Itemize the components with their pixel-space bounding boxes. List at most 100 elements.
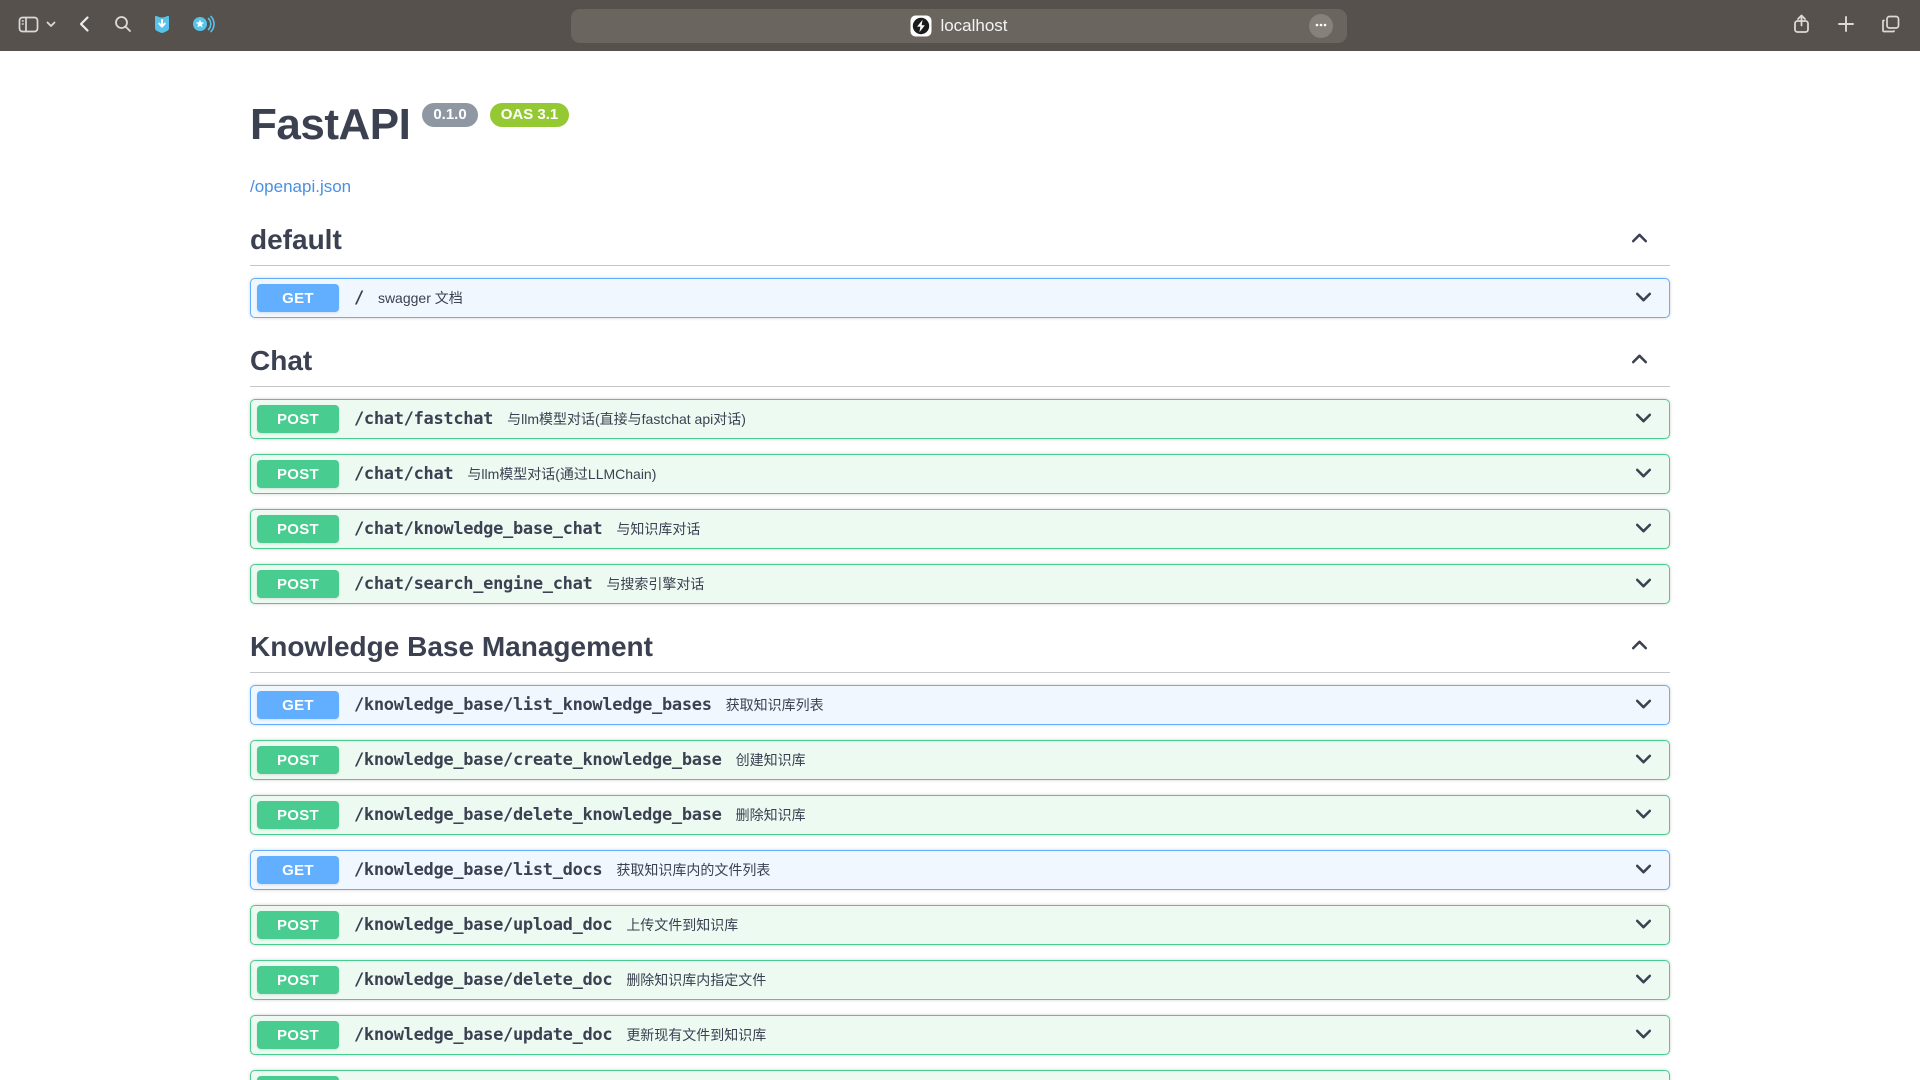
share-button[interactable] bbox=[1791, 13, 1812, 38]
collapse-section-button[interactable] bbox=[1629, 635, 1650, 659]
method-badge: POST bbox=[257, 966, 339, 994]
api-section: Knowledge Base Management GET/knowledge_b… bbox=[250, 631, 1670, 1080]
endpoint-row[interactable]: POST/chat/fastchat与llm模型对话(直接与fastchat a… bbox=[250, 399, 1670, 439]
endpoint-description: 与知识库对话 bbox=[616, 519, 700, 539]
chevron-down-icon bbox=[1633, 968, 1654, 992]
chevron-up-icon bbox=[1629, 349, 1650, 373]
new-tab-button[interactable] bbox=[1836, 14, 1856, 37]
expand-endpoint-button[interactable] bbox=[1633, 462, 1654, 486]
section-title: default bbox=[250, 224, 342, 256]
expand-endpoint-button[interactable] bbox=[1633, 693, 1654, 717]
endpoint-row[interactable]: POST/knowledge_base/recreate_vector_stor… bbox=[250, 1070, 1670, 1080]
search-button[interactable] bbox=[113, 14, 133, 37]
api-sections: default GET / swagger 文档 Chat POST/chat/fastc… bbox=[250, 224, 1670, 1080]
endpoint-description: 与搜索引擎对话 bbox=[606, 574, 704, 594]
site-favicon-fastapi-icon bbox=[910, 15, 932, 37]
sidebar-toggle-icon bbox=[18, 14, 39, 38]
chevron-down-icon bbox=[1633, 803, 1654, 827]
method-badge: POST bbox=[257, 911, 339, 939]
endpoint-path: /knowledge_base/delete_doc bbox=[354, 970, 612, 990]
endpoint-description: 与llm模型对话(直接与fastchat api对话) bbox=[507, 409, 746, 429]
method-badge: GET bbox=[257, 284, 339, 312]
extension-shield-button[interactable] bbox=[151, 13, 173, 38]
expand-endpoint-button[interactable] bbox=[1633, 286, 1654, 310]
back-button[interactable] bbox=[75, 14, 95, 37]
extension-rings-button[interactable] bbox=[191, 13, 215, 38]
chevron-down-icon bbox=[1633, 462, 1654, 486]
chevron-down-icon bbox=[1633, 913, 1654, 937]
chevron-down-icon bbox=[1633, 407, 1654, 431]
endpoint-row[interactable]: GET/knowledge_base/list_docs获取知识库内的文件列表 bbox=[250, 850, 1670, 890]
section-title: Knowledge Base Management bbox=[250, 631, 653, 663]
endpoint-row[interactable]: POST/chat/knowledge_base_chat与知识库对话 bbox=[250, 509, 1670, 549]
endpoint-path: /chat/chat bbox=[354, 464, 453, 484]
chevron-up-icon bbox=[1629, 228, 1650, 252]
expand-endpoint-button[interactable] bbox=[1633, 913, 1654, 937]
endpoint-row[interactable]: POST/knowledge_base/update_doc更新现有文件到知识库 bbox=[250, 1015, 1670, 1055]
chevron-down-icon bbox=[1633, 286, 1654, 310]
expand-endpoint-button[interactable] bbox=[1633, 517, 1654, 541]
expand-endpoint-button[interactable] bbox=[1633, 572, 1654, 596]
page-settings-button[interactable] bbox=[1309, 14, 1333, 38]
expand-endpoint-button[interactable] bbox=[1633, 1023, 1654, 1047]
endpoint-description: 删除知识库内指定文件 bbox=[626, 970, 766, 990]
endpoint-row[interactable]: POST/knowledge_base/upload_doc 上传文件到知识库 bbox=[250, 905, 1670, 945]
collapse-section-button[interactable] bbox=[1629, 349, 1650, 373]
section-header[interactable]: Knowledge Base Management bbox=[250, 631, 1670, 673]
endpoint-row[interactable]: POST/knowledge_base/delete_knowledge_bas… bbox=[250, 795, 1670, 835]
method-badge: POST bbox=[257, 801, 339, 829]
openapi-spec-link[interactable]: /openapi.json bbox=[250, 177, 351, 197]
endpoint-row[interactable]: GET/knowledge_base/list_knowledge_bases获… bbox=[250, 685, 1670, 725]
page-title: FastAPI 0.1.0 OAS 3.1 bbox=[250, 103, 1670, 147]
endpoint-description: 与llm模型对话(通过LLMChain) bbox=[467, 464, 656, 484]
endpoint-row[interactable]: POST/chat/chat 与llm模型对话(通过LLMChain) bbox=[250, 454, 1670, 494]
swagger-page: FastAPI 0.1.0 OAS 3.1 /openapi.json defa… bbox=[0, 51, 1920, 1080]
endpoint-row[interactable]: POST/knowledge_base/delete_doc 删除知识库内指定文件 bbox=[250, 960, 1670, 1000]
expand-endpoint-button[interactable] bbox=[1633, 748, 1654, 772]
browser-toolbar: localhost bbox=[0, 0, 1920, 51]
ellipsis-icon bbox=[1314, 18, 1328, 35]
search-icon bbox=[113, 14, 133, 37]
endpoint-description: 创建知识库 bbox=[736, 750, 806, 770]
version-badge: 0.1.0 bbox=[422, 103, 477, 127]
back-icon bbox=[75, 14, 95, 37]
method-badge: POST bbox=[257, 1076, 339, 1080]
section-header[interactable]: default bbox=[250, 224, 1670, 266]
section-title: Chat bbox=[250, 345, 312, 377]
endpoint-description: 更新现有文件到知识库 bbox=[626, 1025, 766, 1045]
api-section: default GET / swagger 文档 bbox=[250, 224, 1670, 318]
endpoint-path: / bbox=[354, 288, 364, 308]
chevron-down-icon bbox=[1633, 572, 1654, 596]
oas-badge: OAS 3.1 bbox=[490, 103, 570, 127]
method-badge: POST bbox=[257, 460, 339, 488]
section-header[interactable]: Chat bbox=[250, 345, 1670, 387]
endpoint-row[interactable]: GET / swagger 文档 bbox=[250, 278, 1670, 318]
chevron-down-icon bbox=[45, 18, 57, 33]
endpoint-description: 上传文件到知识库 bbox=[626, 915, 738, 935]
endpoint-row[interactable]: POST/chat/search_engine_chat与搜索引擎对话 bbox=[250, 564, 1670, 604]
endpoint-list: GET/knowledge_base/list_knowledge_bases获… bbox=[250, 673, 1670, 1080]
endpoint-path: /knowledge_base/delete_knowledge_base bbox=[354, 805, 722, 825]
method-badge: POST bbox=[257, 1021, 339, 1049]
collapse-section-button[interactable] bbox=[1629, 228, 1650, 252]
method-badge: GET bbox=[257, 856, 339, 884]
endpoint-path: /knowledge_base/create_knowledge_base bbox=[354, 750, 722, 770]
endpoint-path: /knowledge_base/upload_doc bbox=[354, 915, 612, 935]
expand-endpoint-button[interactable] bbox=[1633, 803, 1654, 827]
tab-overview-button[interactable] bbox=[1880, 13, 1902, 38]
endpoint-description: swagger 文档 bbox=[378, 288, 463, 308]
endpoint-row[interactable]: POST/knowledge_base/create_knowledge_bas… bbox=[250, 740, 1670, 780]
sidebar-menu-chevron-button[interactable] bbox=[45, 18, 57, 33]
method-badge: POST bbox=[257, 746, 339, 774]
method-badge: POST bbox=[257, 515, 339, 543]
expand-endpoint-button[interactable] bbox=[1633, 968, 1654, 992]
chevron-down-icon bbox=[1633, 693, 1654, 717]
address-bar[interactable]: localhost bbox=[571, 9, 1347, 43]
endpoint-list: GET / swagger 文档 bbox=[250, 266, 1670, 318]
endpoint-path: /knowledge_base/list_docs bbox=[354, 860, 602, 880]
chevron-down-icon bbox=[1633, 1023, 1654, 1047]
expand-endpoint-button[interactable] bbox=[1633, 407, 1654, 431]
sidebar-toggle-button[interactable] bbox=[18, 14, 39, 38]
chevron-up-icon bbox=[1629, 635, 1650, 659]
expand-endpoint-button[interactable] bbox=[1633, 858, 1654, 882]
